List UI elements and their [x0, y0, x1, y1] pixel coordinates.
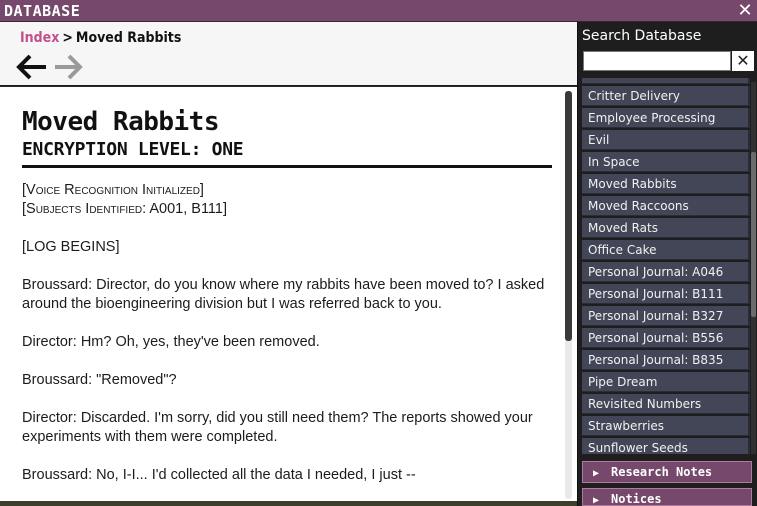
entry-list: Critter Delivery Employee Processing Evi… [582, 78, 750, 454]
subjects-line: [Subjects Identified: A001, B111] [22, 201, 228, 217]
list-item[interactable]: Strawberries [582, 416, 750, 436]
document-pane[interactable]: Moved Rabbits ENCRYPTION LEVEL: ONE [Voi… [0, 87, 577, 501]
dialogue-line: Broussard: No, I-I... I'd collected all … [22, 467, 416, 483]
list-item[interactable]: Personal Journal: B111 [582, 284, 750, 304]
dialogue-line: Broussard: Director, do you know where m… [22, 277, 545, 312]
list-item[interactable]: Moved Rats [582, 218, 750, 238]
history-navigation [16, 53, 85, 83]
close-icon[interactable]: ✕ [733, 0, 757, 22]
document-text: [Voice Recognition Initialized] [Subject… [22, 181, 552, 485]
dialogue-line: Director: Hm? Oh, yes, they've been remo… [22, 334, 320, 350]
list-item[interactable]: Personal Journal: B327 [582, 306, 750, 326]
window-title: DATABASE [4, 2, 81, 20]
list-item[interactable]: Office Cake [582, 240, 750, 260]
section-research-notes[interactable]: ▶ Research Notes [582, 461, 752, 483]
title-divider [22, 165, 552, 168]
voice-recognition-line: [Voice Recognition Initialized] [22, 182, 204, 198]
expand-triangle-icon: ▶ [593, 495, 600, 506]
list-item[interactable]: Employee Processing [582, 108, 750, 128]
list-item-partial[interactable] [582, 78, 750, 84]
window-titlebar: DATABASE ✕ [0, 0, 757, 22]
list-item[interactable]: Personal Journal: B556 [582, 328, 750, 348]
list-item[interactable]: In Space [582, 152, 750, 172]
background-strip [0, 501, 577, 506]
search-input[interactable] [583, 51, 731, 71]
log-begins-line: [LOG BEGINS] [22, 239, 120, 255]
encryption-level: ENCRYPTION LEVEL: ONE [22, 139, 244, 160]
clear-search-icon[interactable]: ✕ [732, 51, 754, 71]
list-item[interactable]: Revisited Numbers [582, 394, 750, 414]
dialogue-line: Broussard: "Removed"? [22, 372, 177, 388]
section-label: Research Notes [611, 465, 713, 479]
list-item[interactable]: Moved Raccoons [582, 196, 750, 216]
sidebar-scrollbar[interactable] [751, 82, 756, 454]
section-notices[interactable]: ▶ Notices [582, 488, 752, 506]
document-scrollbar[interactable] [565, 91, 572, 499]
list-item[interactable]: Critter Delivery [582, 86, 750, 106]
expand-triangle-icon: ▶ [593, 468, 600, 479]
list-item[interactable]: Sunflower Seeds [582, 438, 750, 454]
breadcrumb: Index > Moved Rabbits [20, 30, 181, 46]
sidebar-scrollbar-thumb[interactable] [751, 152, 756, 317]
sidebar-heading: Search Database [582, 28, 702, 44]
document-title: Moved Rabbits [22, 107, 220, 137]
list-item[interactable]: Personal Journal: B835 [582, 350, 750, 370]
list-item[interactable]: Personal Journal: A046 [582, 262, 750, 282]
arrow-left-icon[interactable] [16, 53, 48, 81]
breadcrumb-index-link[interactable]: Index [20, 30, 59, 46]
document-header: Index > Moved Rabbits [0, 22, 577, 86]
section-label: Notices [611, 492, 662, 506]
database-sidebar: Search Database ✕ Critter Delivery Emplo… [577, 22, 757, 506]
document-content: Moved Rabbits ENCRYPTION LEVEL: ONE [Voi… [22, 107, 552, 501]
arrow-right-icon[interactable] [53, 53, 85, 81]
list-item[interactable]: Pipe Dream [582, 372, 750, 392]
list-item[interactable]: Evil [582, 130, 750, 150]
list-item[interactable]: Moved Rabbits [582, 174, 750, 194]
dialogue-line: Director: Discarded. I'm sorry, did you … [22, 410, 533, 445]
breadcrumb-separator: > [62, 30, 73, 46]
breadcrumb-current: Moved Rabbits [75, 30, 182, 46]
document-scrollbar-thumb[interactable] [565, 91, 572, 341]
